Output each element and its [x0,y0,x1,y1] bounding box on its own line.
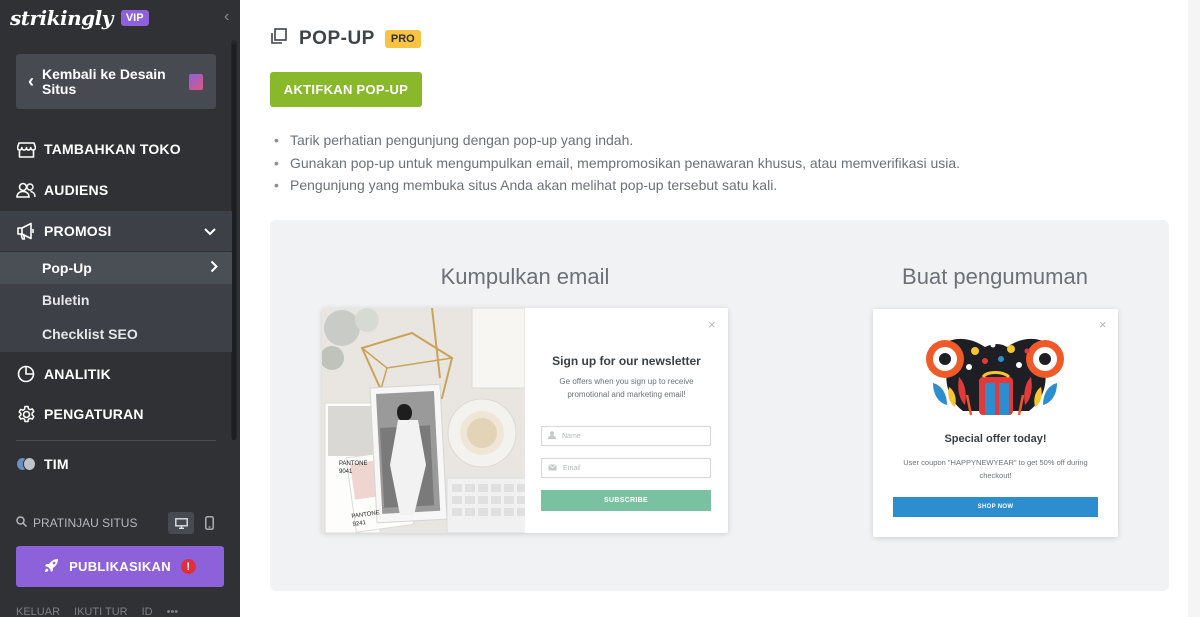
newsletter-form: × Sign up for our newsletter Ge offers w… [525,308,728,533]
tour-link[interactable]: IKUTI TUR [74,606,128,617]
sidebar-subitem-popup[interactable]: Pop-Up [0,252,232,284]
search-icon [16,516,28,530]
language-link[interactable]: ID [142,606,153,617]
newsletter-title: Sign up for our newsletter [552,354,701,368]
popup-window-icon [270,28,287,50]
offer-title: Special offer today! [944,433,1047,445]
sidebar-item-label: TIM [44,456,69,472]
sidebar-subitem-label: Buletin [42,292,90,308]
mobile-icon [204,516,214,530]
sidebar-item-store[interactable]: TAMBAHKAN TOKO [0,129,232,169]
festive-illustration [923,337,1068,424]
publish-label: PUBLIKASIKAN [69,559,171,574]
newsletter-description: Ge offers when you sign up to receive pr… [559,377,694,399]
list-item: Gunakan pop-up untuk mengumpulkan email,… [274,152,960,175]
sidebar-item-settings[interactable]: PENGATURAN [0,394,232,434]
publish-button[interactable]: PUBLIKASIKAN ! [16,546,224,587]
name-placeholder: Name [562,432,581,440]
activate-popup-button[interactable]: AKTIFKAN POP-UP [270,72,422,107]
sidebar-item-team[interactable]: TIM [0,444,232,484]
pie-chart-icon [16,364,36,384]
brand[interactable]: strikingly VIP [10,6,149,30]
pro-badge: PRO [384,30,421,48]
page-title: POP-UP [299,28,375,49]
popup-examples-panel: Kumpulkan email Buat pengumuman PANTONE … [270,220,1169,591]
page-scrollbar[interactable] [1188,0,1200,617]
close-icon[interactable]: × [1099,317,1107,332]
subscribe-button[interactable]: SUBSCRIBE [541,490,711,511]
close-icon[interactable]: × [708,317,716,332]
chevron-right-icon [210,260,218,276]
announcement-popup-preview[interactable]: × Special offer today! User coupon "HAPP… [873,309,1118,537]
newsletter-popup-preview[interactable]: PANTONE 9041 PANTONE 9241 × Sign up for … [322,308,728,533]
sidebar-item-label: ANALITIK [44,366,111,382]
announcement-example-title: Buat pengumuman [902,264,1088,289]
page-header: POP-UP PRO [270,28,421,50]
sidebar-item-label: TAMBAHKAN TOKO [44,141,181,157]
sidebar-scroll-thumb[interactable] [232,44,236,440]
logout-link[interactable]: KELUAR [16,606,60,617]
sidebar-divider [16,440,216,441]
gear-icon [16,404,36,424]
pantone-label-1: PANTONE 9041 [339,461,368,475]
desktop-icon [174,517,188,529]
users-icon [16,180,36,200]
sidebar-item-label: AUDIENS [44,182,109,198]
sidebar-footer: KELUAR IKUTI TUR ID ••• [16,606,232,617]
desktop-preview-button[interactable] [168,512,194,534]
sidebar-subitem-label: Pop-Up [42,260,92,276]
sidebar-item-audience[interactable]: AUDIENS [0,170,232,210]
vip-badge: VIP [120,10,149,26]
chevron-down-icon [204,223,216,239]
email-field[interactable]: Email [541,458,711,478]
design-icon [189,74,203,90]
sidebar-item-label: PROMOSI [44,223,112,239]
store-icon [16,139,36,159]
rocket-icon [44,558,59,576]
sidebar-item-label: PENGATURAN [44,406,144,422]
sidebar-item-promotion[interactable]: PROMOSI [0,211,232,251]
team-avatars-icon [16,454,36,474]
offer-description: User coupon "HAPPYNEWYEAR" to get 50% of… [903,458,1088,480]
strikingly-logo: strikingly [10,6,113,30]
envelope-icon [548,463,557,473]
sidebar: strikingly VIP ‹ ‹ Kembali ke Desain Sit… [0,0,240,617]
list-item: Tarik perhatian pengunjung dengan pop-up… [274,129,960,152]
chevron-left-icon: ‹ [28,71,34,91]
megaphone-icon [16,221,36,241]
user-icon [548,431,556,441]
sidebar-subitem-newsletter[interactable]: Buletin [0,284,232,316]
email-example-title: Kumpulkan email [440,264,610,289]
feature-list: Tarik perhatian pengunjung dengan pop-up… [274,129,960,197]
sidebar-subitem-label: Checklist SEO [42,326,138,342]
name-field[interactable]: Name [541,426,711,446]
back-to-design-button[interactable]: ‹ Kembali ke Desain Situs [16,54,216,109]
back-to-design-label: Kembali ke Desain Situs [42,65,166,97]
collapse-sidebar-icon[interactable]: ‹ [224,8,229,26]
site-preview: PRATINJAU SITUS [16,512,216,534]
list-item: Pengunjung yang membuka situs Anda akan … [274,174,960,197]
preview-label[interactable]: PRATINJAU SITUS [33,516,137,530]
more-icon[interactable]: ••• [167,606,179,617]
main-content: POP-UP PRO AKTIFKAN POP-UP Tarik perhati… [240,0,1200,617]
desk-photo: PANTONE 9041 PANTONE 9241 [322,308,525,533]
email-placeholder: Email [563,464,581,472]
sidebar-subitem-seo-checklist[interactable]: Checklist SEO [0,316,232,352]
mobile-preview-button[interactable] [196,512,222,534]
sidebar-item-analytics[interactable]: ANALITIK [0,354,232,394]
shop-now-button[interactable]: SHOP NOW [893,497,1098,517]
warning-icon: ! [180,559,196,574]
